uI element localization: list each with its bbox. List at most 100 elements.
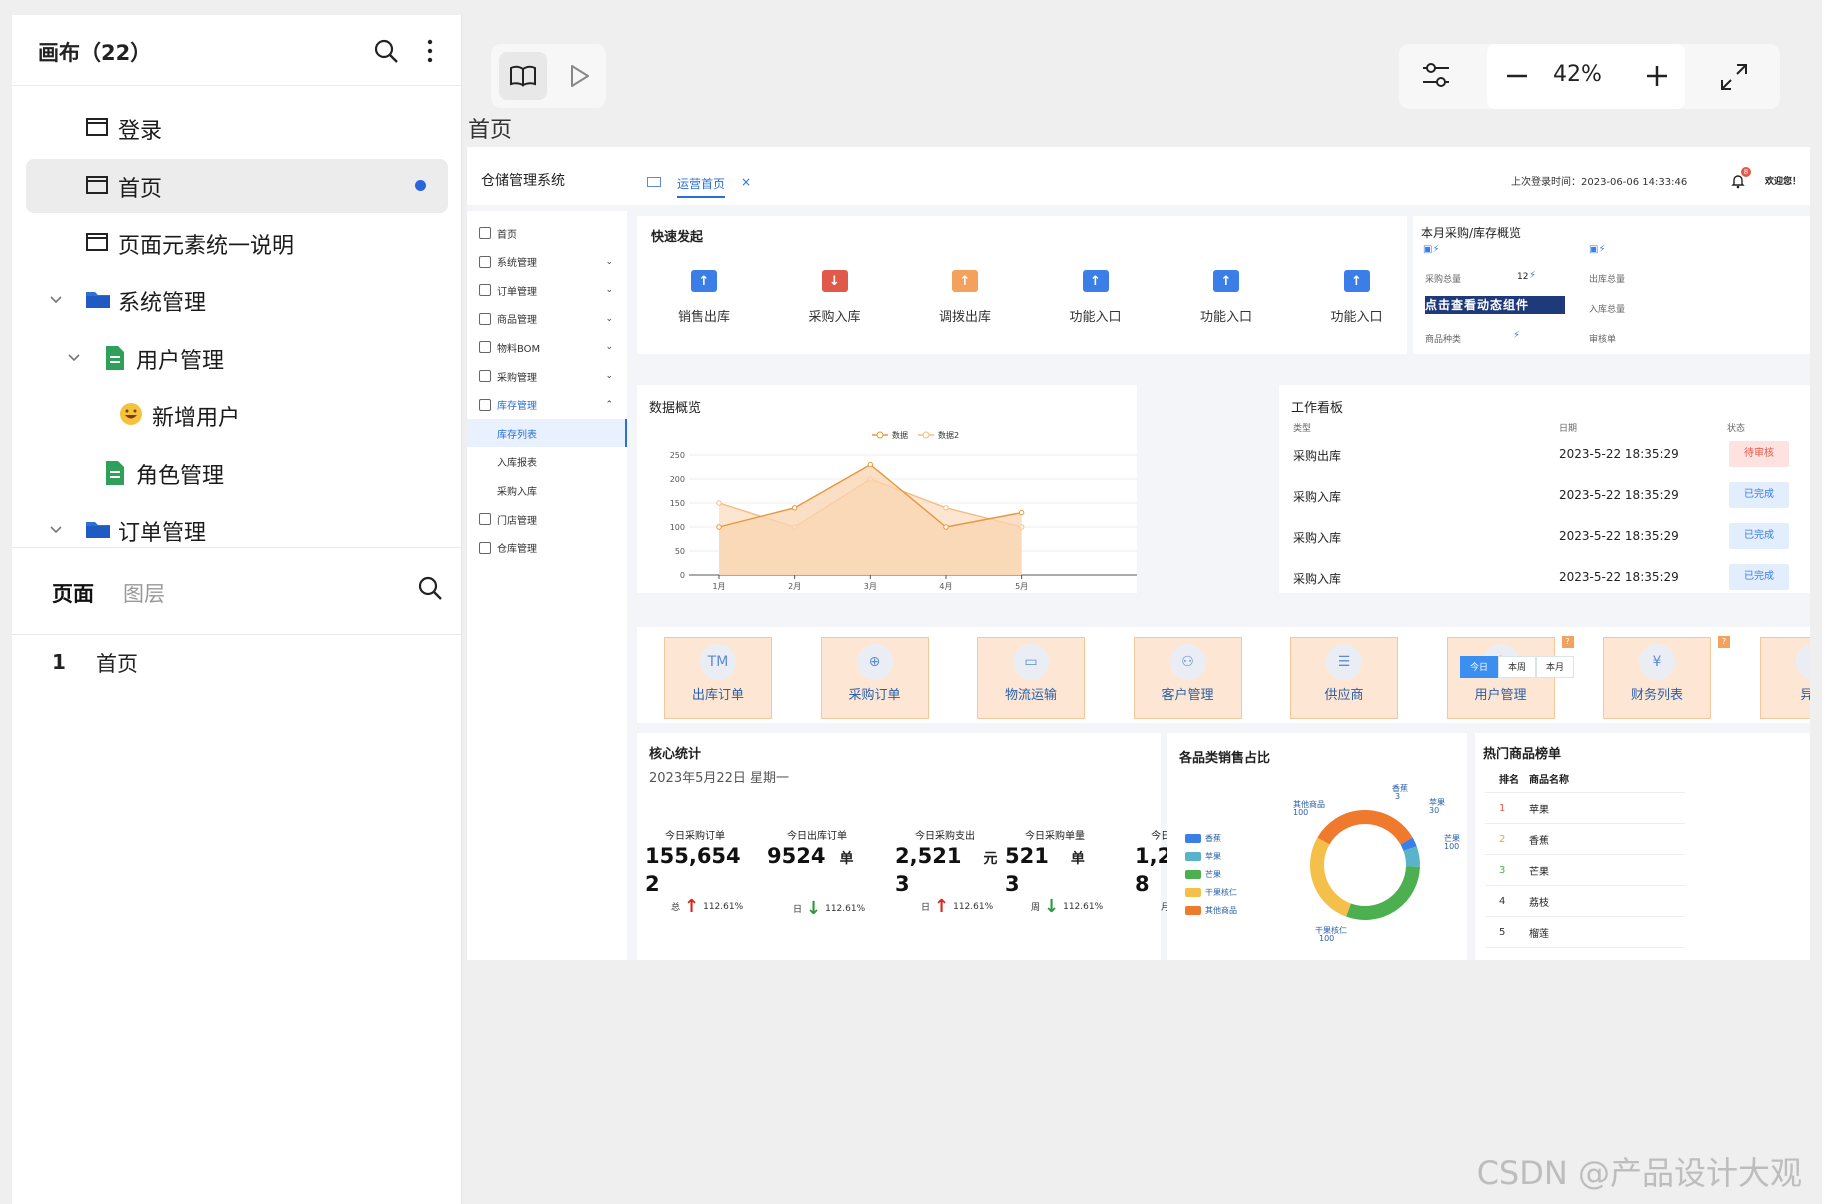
data-point [943,505,949,511]
feature-icon: ¥ [1639,644,1675,680]
dynamic-component-link[interactable]: 点击查看动态组件 [1425,296,1565,314]
play-icon[interactable] [555,52,603,100]
sidebar-item-11[interactable]: 仓库管理 [467,534,627,562]
menu-icon [479,227,491,239]
feature-5[interactable]: ⚉用户管理? [1446,636,1574,719]
tab-layers[interactable]: 图层 [123,578,165,608]
upload-icon: ↑ [1343,270,1370,292]
y-tick-label: 50 [675,547,685,556]
feature-1[interactable]: ⊕ 采购订单 [820,637,929,719]
range-tab-2[interactable]: 本月 [1536,656,1574,678]
arrow-up-icon: ↑ [684,896,700,917]
feature-3[interactable]: ⚇ 客户管理 [1133,637,1242,719]
hot-product-row[interactable]: 4 荔枝 [1485,886,1685,917]
legend-swatch [1185,870,1201,879]
zoom-out-icon[interactable] [1503,62,1531,90]
feature-label: 客户管理 [1161,688,1214,703]
zoom-level: 42% [1553,62,1602,87]
sidebar-item-0[interactable]: 首页 [467,219,627,247]
overview-right-label: 出库总量 [1589,275,1626,285]
board-header-type: 类型 [1293,424,1312,434]
sidebar-item-7[interactable]: 库存列表 [467,419,627,448]
sidebar-label: 采购入库 [497,486,537,498]
upload-icon: ↓ [821,270,848,292]
page-list-item[interactable]: 首页 [96,648,138,678]
menu-icon [479,370,491,382]
tree-item-1[interactable]: 首页 [26,159,448,213]
feature-label: 财务列表 [1630,688,1683,703]
quick-action-button[interactable]: ↓ 采购入库 [770,270,900,325]
legend-item: 香蕉 [1185,833,1221,844]
feature-icon: ! [1795,644,1810,680]
board-row-date: 2023-5-22 18:35:29 [1559,488,1679,502]
sidebar-item-3[interactable]: 商品管理 ⌄ [467,305,627,333]
tree-item-5[interactable]: 新增用户 [26,388,448,442]
y-tick-label: 0 [680,571,685,580]
sidebar-item-1[interactable]: 系统管理 ⌄ [467,248,627,276]
close-icon[interactable]: × [741,175,751,189]
quick-action-button[interactable]: ↑ 功能入口 [1292,270,1422,325]
feature-6[interactable]: ¥ 财务列表? [1603,636,1730,719]
stat-value: 2,521 [895,844,962,868]
search-icon[interactable] [372,37,400,65]
legend-item: 苹果 [1185,851,1221,862]
search-icon[interactable] [416,574,444,602]
hot-product-row[interactable]: 3 芒果 [1485,855,1685,886]
feature-7[interactable]: ! 异常 [1759,637,1810,719]
more-vertical-icon[interactable] [426,37,434,65]
upload-icon: ↑ [1082,270,1109,292]
sidebar-item-6[interactable]: 库存管理 ⌃ [467,391,627,419]
sidebar-item-5[interactable]: 采购管理 ⌄ [467,362,627,390]
emoji-icon [118,401,144,427]
hot-product-row[interactable]: 5 榴莲 [1485,917,1685,948]
zoom-in-icon[interactable] [1643,62,1671,90]
stat-title: 今日采购单量 [1025,831,1085,842]
quick-action-button[interactable]: ↑ 调拨出库 [900,270,1030,325]
sliders-icon[interactable] [1419,58,1453,92]
menu-icon [479,341,491,354]
legend-label: 其他商品 [1205,906,1237,915]
fullscreen-icon[interactable] [1717,60,1751,94]
arrow-down-icon: ↓ [1044,896,1060,917]
stat-unit: 单 [839,851,854,867]
tree-item-3[interactable]: 系统管理 [26,273,448,327]
range-tab-1[interactable]: 本周 [1498,656,1536,678]
sidebar-item-2[interactable]: 订单管理 ⌄ [467,276,627,304]
chevron-down-icon[interactable] [66,349,82,365]
sidebar-item-8[interactable]: 入库报表 [467,448,627,476]
chevron-down-icon[interactable] [48,291,64,307]
y-tick-label: 100 [670,523,685,532]
sidebar-item-9[interactable]: 采购入库 [467,476,627,504]
quick-action-label: 采购入库 [808,310,861,325]
welcome-text: 欢迎您！ [1765,177,1802,187]
tree-item-2[interactable]: 页面元素统一说明 [26,216,448,270]
tree-item-label: 订单管理 [118,521,207,546]
legend-label: 干果核仁 [1205,888,1237,897]
tree-item-4[interactable]: 用户管理 [26,331,448,385]
feature-4[interactable]: ☰ 供应商 [1290,637,1398,719]
book-icon[interactable] [499,52,547,100]
quick-action-button[interactable]: ↑ 功能入口 [1031,270,1161,325]
tabs-menu-icon[interactable] [647,177,661,187]
feature-2[interactable]: ▭ 物流运输 [977,637,1085,719]
tree-item-0[interactable]: 登录 [26,101,448,155]
hot-product-row[interactable]: 1 苹果 [1485,793,1685,824]
quick-action-button[interactable]: ↑ 销售出库 [639,270,769,325]
page-list-number: 1 [52,650,66,674]
tab-pages[interactable]: 页面 [52,578,94,608]
x-tick-label: 1月 [712,582,725,591]
hot-product-row[interactable]: 2 香蕉 [1485,824,1685,855]
range-tab-0[interactable]: 今日 [1460,656,1498,678]
tab-operation-home[interactable]: 运营首页 [677,175,726,198]
data-point [716,524,722,530]
sidebar-item-4[interactable]: 物料BOM ⌄ [467,333,627,361]
chevron-down-icon[interactable] [48,521,64,537]
tree-item-6[interactable]: 角色管理 [26,446,448,500]
sidebar-item-10[interactable]: 门店管理 [467,505,627,533]
feature-0[interactable]: TM 出库订单 [664,637,772,719]
stat-footer: 周 ↓ 112.61% [1031,896,1125,917]
rank-number: 4 [1499,895,1506,907]
quick-action-button[interactable]: ↑ 功能入口 [1161,270,1291,325]
panel-tabs: 页面 图层 [12,547,462,635]
